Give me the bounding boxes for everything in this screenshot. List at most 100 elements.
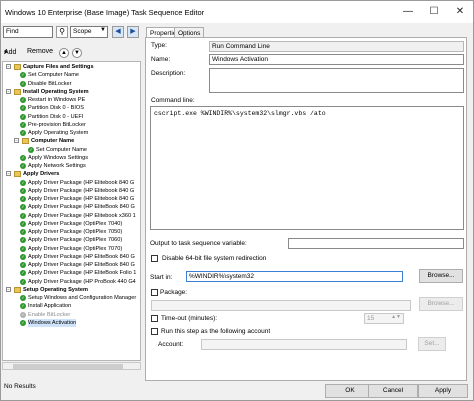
tree-step[interactable]: ✓ Apply Operating System — [3, 129, 140, 137]
description-input[interactable] — [209, 68, 464, 93]
collapse-icon[interactable]: − — [6, 64, 11, 69]
command-line-input[interactable]: cscript.exe %WINDIR%\system32\slmgr.vbs … — [150, 106, 464, 230]
minimize-icon[interactable]: — — [395, 1, 421, 23]
find-input[interactable]: Find — [3, 26, 53, 38]
tree-step[interactable]: ✓ Apply Driver Package (HP EliteBook 840 … — [3, 253, 140, 261]
tree-step-label: Disable BitLocker — [28, 80, 72, 87]
tree-step-label: Apply Driver Package (HP Elitebook 840 G — [28, 196, 135, 202]
move-up-icon[interactable]: ▲ — [59, 48, 69, 58]
maximize-icon[interactable]: ☐ — [421, 1, 447, 23]
tree-step[interactable]: ✓ Partition Disk 0 - UEFI — [3, 113, 140, 121]
check-icon: ✓ — [20, 80, 26, 87]
check-icon: ✓ — [20, 121, 26, 128]
task-sequence-tree[interactable]: − Capture Files and Settings ✓ Set Computer… — [2, 61, 141, 361]
tree-step[interactable]: ✓ Apply Driver Package (HP Elitebook 840 … — [3, 187, 140, 195]
check-icon: ✓ — [20, 130, 26, 136]
tree-step-label: Set Computer Name — [28, 72, 79, 79]
cancel-button[interactable]: Cancel — [368, 384, 418, 398]
tree-group[interactable]: − Apply Drivers — [3, 170, 140, 178]
run-as-checkbox[interactable] — [151, 328, 158, 335]
add-menu-button[interactable]: Add ▾ — [4, 48, 16, 56]
scope-dropdown[interactable]: Scope ▼ — [70, 26, 108, 38]
tree-step[interactable]: ✓ Set Computer Name — [3, 146, 140, 154]
package-browse-button[interactable]: Browse... — [419, 297, 463, 311]
timeout-value: 15 — [367, 315, 375, 322]
tree-group[interactable]: − Install Operating System — [3, 88, 140, 96]
tree-step[interactable]: ✓ Enable BitLocker — [3, 311, 140, 319]
folder-icon — [14, 171, 21, 178]
tree-horizontal-scrollbar[interactable] — [2, 362, 141, 370]
tree-step[interactable]: ✓ Apply Driver Package (HP Elitebook 840 … — [3, 195, 140, 203]
tree-step-label: Apply Driver Package (HP Elitebook x360 … — [28, 212, 136, 219]
tree-step[interactable]: ✓ Apply Driver Package (OptiPlex 7050) — [3, 228, 140, 236]
tree-step[interactable]: ✓ Apply Windows Settings — [3, 154, 140, 162]
apply-button[interactable]: Apply — [418, 384, 468, 398]
close-icon[interactable]: ✕ — [447, 1, 473, 23]
name-input[interactable]: Windows Activation — [209, 54, 464, 65]
tree-step-label: Windows Activation — [28, 318, 77, 327]
start-in-browse-button[interactable]: Browse... — [419, 269, 463, 283]
tree-step[interactable]: ✓ Apply Driver Package (OptiPlex 7070) — [3, 245, 140, 253]
tree-step[interactable]: ✓ Apply Driver Package (HP Elitebook x360… — [3, 212, 140, 220]
timeout-stepper[interactable]: 15 ▲▼ — [364, 313, 404, 324]
tree-step-label: Apply Driver Package (HP Elitebook 840 G — [28, 179, 135, 186]
find-previous-icon[interactable]: ◀ — [112, 26, 124, 38]
tree-step[interactable]: ✓ Apply Network Settings — [3, 162, 140, 170]
tree-step[interactable]: ✓ Apply Driver Package (OptiPlex 7040) — [3, 220, 140, 228]
package-label: Package: — [160, 289, 188, 296]
account-input[interactable] — [201, 339, 407, 350]
tree-group[interactable]: − Computer Name — [3, 137, 140, 145]
check-icon: ✓ — [20, 278, 26, 285]
tree-step-label: Apply Driver Package (OptiPlex 7050) — [28, 229, 123, 235]
check-icon: ✓ — [20, 196, 26, 202]
timeout-checkbox[interactable] — [151, 315, 158, 322]
stepper-arrows-icon[interactable]: ▲▼ — [391, 314, 401, 320]
package-input[interactable] — [151, 300, 411, 311]
start-in-input[interactable]: %WINDIR%\system32 — [186, 271, 403, 282]
check-icon: ✓ — [20, 163, 26, 169]
check-icon: ✓ — [20, 295, 26, 301]
tree-step[interactable]: ✓ Setup Windows and Configuration Manager — [3, 294, 140, 302]
output-variable-input[interactable] — [288, 238, 464, 249]
tree-step[interactable]: ✓ Set Computer Name — [3, 71, 140, 79]
move-down-icon[interactable]: ▼ — [72, 48, 82, 58]
account-set-button[interactable]: Set... — [418, 337, 446, 351]
tree-step-label: Apply Driver Package (HP Elitebook 840 G — [28, 187, 135, 194]
tree-step[interactable]: ✓ Pre-provision BitLocker — [3, 121, 140, 129]
tree-step[interactable]: ✓ Apply Driver Package (HP EliteBook 840 … — [3, 203, 140, 211]
timeout-label: Time-out (minutes): — [161, 315, 218, 322]
window-title: Windows 10 Enterprise (Base Image) Task … — [5, 8, 205, 17]
tree-group[interactable]: − Setup Operating System — [3, 286, 140, 294]
tree-step-label: Install Application — [28, 303, 72, 310]
tree-group[interactable]: − Capture Files and Settings — [3, 63, 140, 71]
tree-step[interactable]: ✓ Apply Driver Package (HP EliteBook 840 … — [3, 261, 140, 269]
collapse-icon[interactable]: − — [6, 88, 11, 94]
check-icon: ✓ — [20, 229, 26, 235]
tree-step-label: Apply Operating System — [28, 130, 89, 136]
tree-step[interactable]: ✓ Disable BitLocker — [3, 80, 140, 88]
collapse-icon[interactable]: − — [6, 171, 11, 177]
search-icon[interactable]: ⚲ — [56, 26, 68, 38]
tree-step-label: Apply Windows Settings — [28, 154, 89, 161]
tree-step[interactable]: ✓ Apply Driver Package (HP Elitebook 840 … — [3, 179, 140, 187]
package-checkbox[interactable] — [151, 289, 158, 296]
chevron-down-icon: ▼ — [100, 27, 106, 33]
check-icon: ✓ — [20, 270, 26, 277]
tree-step[interactable]: ✓ Windows Activation — [3, 318, 140, 327]
tree-step[interactable]: ✓ Partition Disk 0 - BIOS — [3, 104, 140, 112]
tree-step[interactable]: ✓ Apply Driver Package (OptiPlex 7060) — [3, 236, 140, 244]
tree-step-label: Apply Driver Package (OptiPlex 7070) — [28, 245, 123, 252]
find-next-icon[interactable]: ▶ — [127, 26, 139, 38]
collapse-icon[interactable]: − — [6, 286, 11, 292]
scrollbar-thumb[interactable] — [13, 364, 123, 369]
tree-group-label: Computer Name — [31, 138, 75, 145]
collapse-icon[interactable]: − — [14, 138, 19, 144]
tree-step[interactable]: ✓ Apply Driver Package (HP ProBook 440 G4 — [3, 278, 140, 286]
tree-step-label: Set Computer Name — [36, 146, 87, 153]
remove-button[interactable]: Remove — [27, 48, 53, 55]
run-as-label: Run this step as the following account — [161, 328, 271, 335]
tree-step[interactable]: ✓ Apply Driver Package (HP EliteBook Foli… — [3, 269, 140, 277]
tree-step[interactable]: ✓ Install Application — [3, 302, 140, 310]
disable-64bit-checkbox[interactable] — [151, 255, 158, 262]
tree-step[interactable]: ✓ Restart in Windows PE — [3, 96, 140, 104]
